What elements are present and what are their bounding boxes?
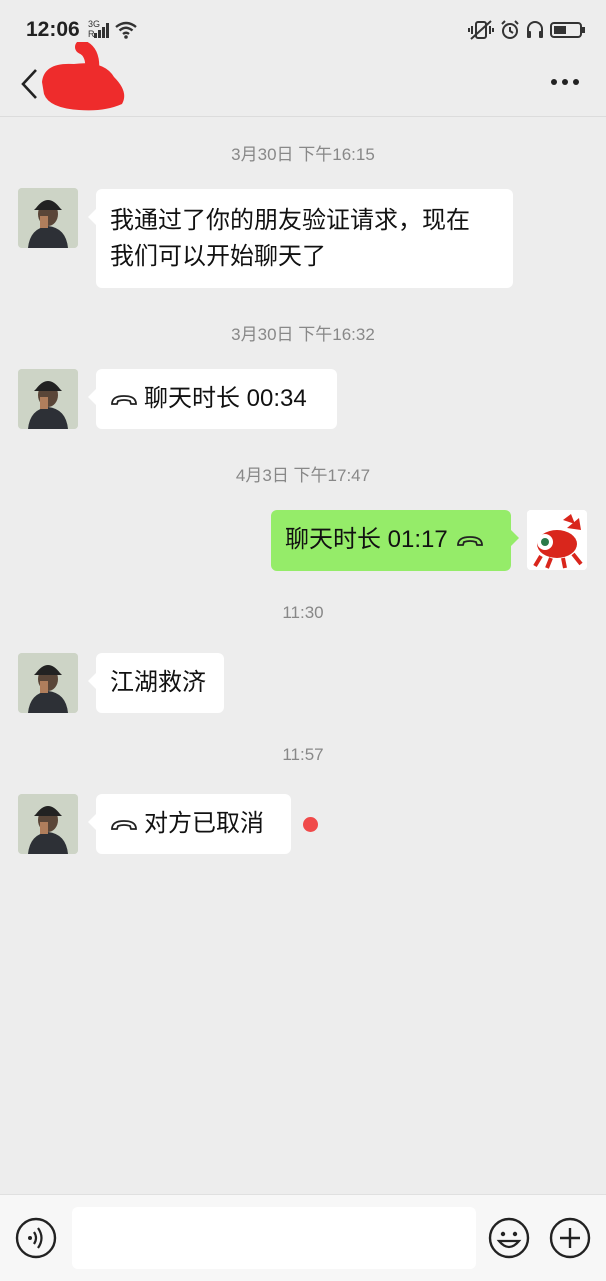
message-text-line: 我通过了你的朋友验证请求，现在 <box>110 207 470 234</box>
vibrate-mute-icon <box>468 20 494 40</box>
message-text: 江湖救济 <box>110 669 206 696</box>
input-bar <box>0 1194 606 1281</box>
message-text-line: 我们可以开始聊天了 <box>110 243 326 270</box>
phone-icon <box>456 535 483 546</box>
alarm-icon <box>501 20 519 39</box>
signal-icon <box>94 23 109 38</box>
redaction-scribble <box>42 42 125 111</box>
message-timestamp: 11:30 <box>282 603 324 622</box>
message-input[interactable] <box>72 1207 476 1269</box>
phone-icon <box>111 819 137 830</box>
message-timestamp: 4月3日 下午17:47 <box>235 466 371 485</box>
contact-avatar[interactable] <box>18 188 78 248</box>
emoji-icon[interactable] <box>488 1217 530 1259</box>
message-timestamp: 11:57 <box>282 745 324 764</box>
call-record-text: 聊天时长 00:34 <box>144 385 307 412</box>
voice-icon[interactable] <box>15 1217 57 1259</box>
status-time: 12:06 <box>26 18 80 41</box>
battery-icon <box>550 22 585 38</box>
message-timestamp: 3月30日 下午16:15 <box>231 145 375 164</box>
status-icons <box>468 18 586 42</box>
wifi-icon <box>115 21 137 39</box>
contact-avatar[interactable] <box>18 369 78 429</box>
call-record-bubble[interactable]: 聊天时长 00:34 <box>88 369 337 429</box>
message-bubble-received[interactable]: 江湖救济 <box>88 653 224 713</box>
headphones-icon <box>527 21 543 38</box>
unread-dot <box>303 817 318 832</box>
contact-avatar[interactable] <box>18 653 78 713</box>
contact-avatar[interactable] <box>18 794 78 854</box>
more-dots-icon[interactable] <box>550 78 580 86</box>
call-record-text: 对方已取消 <box>144 810 264 837</box>
plus-icon[interactable] <box>549 1217 591 1259</box>
call-record-text: 聊天时长 01:17 <box>285 526 448 553</box>
chat-header: ny <box>0 42 606 116</box>
message-bubble-received[interactable]: 我通过了你的朋友验证请求，现在 我们可以开始聊天了 <box>88 189 513 288</box>
call-record-bubble-sent[interactable]: 聊天时长 01:17 <box>271 510 519 571</box>
phone-icon <box>111 394 137 405</box>
call-record-bubble[interactable]: 对方已取消 <box>88 794 291 854</box>
message-timestamp: 3月30日 下午16:32 <box>231 325 375 344</box>
header-divider <box>0 116 606 117</box>
my-avatar[interactable] <box>527 510 587 570</box>
